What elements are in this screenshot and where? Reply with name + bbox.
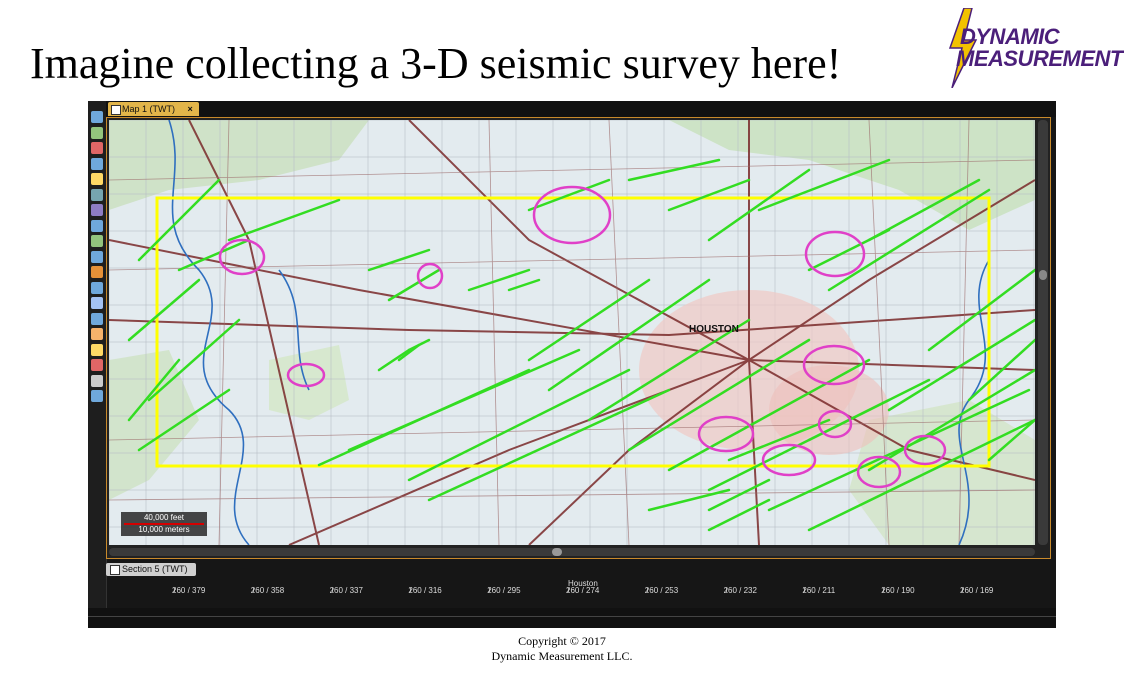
slide-title: Imagine collecting a 3-D seismic survey … [30,39,842,88]
grid-icon[interactable] [91,188,103,201]
polygon-icon[interactable] [91,312,103,325]
city-label: HOUSTON [689,324,739,335]
ruler-tick-label: 260 / 274 [566,586,600,595]
section-ruler: Houston 260 / 379 260 / 358 260 / 337 260 /… [106,577,1056,607]
copyright-line-2: Dynamic Measurement LLC. [491,649,633,663]
vertical-scroll-thumb[interactable] [1039,270,1047,280]
map-tab-icon [111,105,121,115]
copyright-line-1: Copyright © 2017 [518,634,606,648]
frame-icon[interactable] [91,390,103,402]
settings-icon[interactable] [91,374,103,387]
horizontal-scrollbar[interactable] [109,548,1035,556]
ruler-tick-label: 260 / 316 [408,586,442,595]
ruler-tick-label: 260 / 169 [960,586,994,595]
chart-icon[interactable] [91,297,103,309]
zoom-icon[interactable] [91,126,103,139]
ruler-tick-label: 260 / 337 [329,586,363,595]
pan-icon[interactable] [91,111,103,123]
vertical-scrollbar[interactable] [1038,120,1048,545]
tab-section-5-label: Section 5 (TWT) [122,564,188,574]
horizontal-scroll-thumb[interactable] [552,548,562,556]
section-tab-icon [110,565,120,575]
horizon-icon[interactable] [91,266,103,278]
ruler-tick-label: 260 / 358 [250,586,285,595]
well-icon[interactable] [91,281,103,294]
layers-icon[interactable] [91,219,103,232]
fault-icon[interactable] [91,250,103,263]
color-icon[interactable] [91,343,103,356]
map-canvas[interactable]: HOUSTON 40,000 feet 10,000 meters [109,120,1035,545]
cube-icon[interactable] [91,328,103,340]
ruler-tick-label: 260 / 211 [802,586,836,595]
select-icon[interactable] [91,142,103,154]
draw-icon[interactable] [91,235,103,247]
ruler-tick-label: 260 / 232 [723,586,757,595]
left-toolbar [88,101,107,628]
scale-bar [124,523,204,525]
map-view-frame: HOUSTON 40,000 feet 10,000 meters [106,117,1051,559]
rotate-icon[interactable] [91,157,103,170]
ruler-tick-label: 260 / 190 [881,586,915,595]
tab-section-5[interactable]: Section 5 (TWT) [106,563,196,576]
info-icon[interactable] [91,204,103,216]
scale-legend: 40,000 feet 10,000 meters [121,512,207,536]
tab-map-1-label: Map 1 (TWT) [122,104,175,114]
ruler-tick-label: 260 / 253 [644,586,679,595]
tab-map-1[interactable]: Map 1 (TWT) × [108,102,199,116]
ruler-tick-label: 260 / 295 [487,586,521,595]
seismic-app-window: Map 1 (TWT) × HOUSTON 40,000 feet 10,000… [88,101,1056,628]
logo-line-2: MEASUREMENT [956,46,1123,71]
copyright: Copyright © 2017 Dynamic Measurement LLC… [0,634,1124,664]
legend-icon[interactable] [91,359,103,371]
measure-icon[interactable] [91,173,103,185]
close-icon[interactable]: × [188,104,193,114]
bottom-strip [88,608,1056,628]
scale-meters: 10,000 meters [138,525,190,534]
company-logo: DYNAMIC MEASUREMENT [946,8,1124,88]
tab-bar: Map 1 (TWT) × [106,101,1056,117]
topographic-map: HOUSTON [109,120,1035,545]
ruler-tick-label: 260 / 379 [172,586,206,595]
